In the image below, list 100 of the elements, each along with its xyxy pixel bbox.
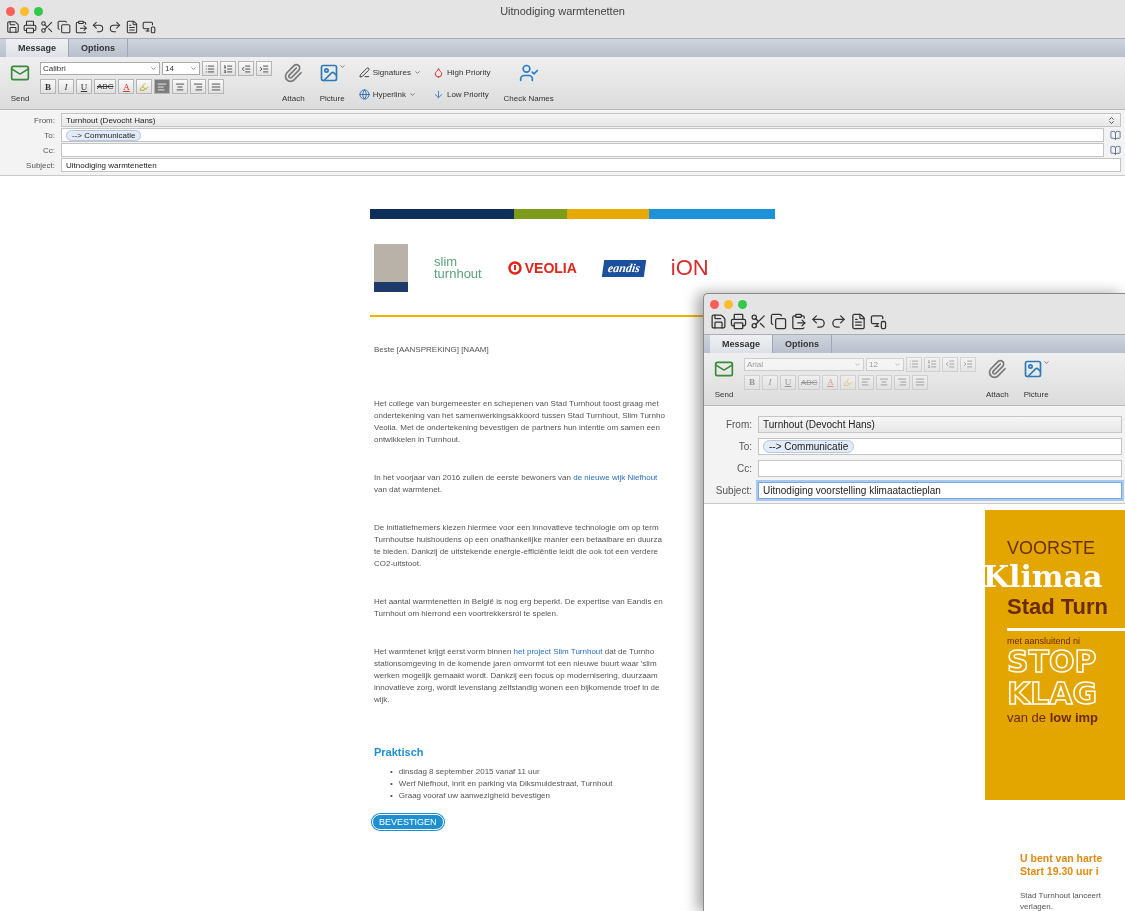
printer-icon[interactable] [730,313,747,331]
globe-icon [358,88,370,100]
align-button[interactable] [154,79,171,94]
align-button[interactable] [172,79,189,94]
undo-icon[interactable] [810,313,827,331]
to-field[interactable]: --> Communicatie [61,128,1104,142]
link[interactable]: de nieuwe wijk Niefhout [573,473,658,482]
poster-text: Stad Turn [1007,594,1110,620]
copy-icon[interactable] [57,20,71,34]
zoom-button[interactable] [738,300,747,310]
format-button[interactable]: I [58,79,74,94]
caret-icon [894,360,901,368]
align-button[interactable] [208,79,225,94]
bullet-list-icon [205,63,215,74]
caret-icon [413,68,421,76]
zoom-button[interactable] [34,6,43,16]
redo-icon[interactable] [830,313,847,331]
document-icon[interactable] [125,20,139,34]
printer-icon[interactable] [23,20,37,34]
recipient-chip[interactable]: --> Communicatie [763,440,855,453]
copy-icon[interactable] [770,313,787,331]
close-button[interactable] [6,6,15,16]
outdent-icon [945,359,955,370]
tab[interactable]: Message [710,335,774,353]
logo-mark-icon [507,261,522,275]
font-dropdown[interactable]: Calibri [40,62,160,75]
paste-icon[interactable] [790,313,807,331]
align-button[interactable] [190,79,207,94]
city-logo [374,244,408,292]
format-button[interactable]: ABC [94,79,117,94]
cc-field[interactable] [61,143,1104,157]
caret-icon [338,63,346,70]
close-button[interactable] [710,300,719,310]
paragraph: Stad Turnhout lanceert verlagen. [1020,890,1102,911]
scissors-icon[interactable] [750,313,767,331]
picture-button[interactable]: Picture [1018,356,1054,401]
save-icon[interactable] [710,313,727,331]
envelope-icon [10,63,30,83]
highlighter-icon [139,81,150,92]
from-dropdown[interactable]: Turnhout (Devocht Hans) [61,113,1121,127]
low-priority-button[interactable]: Low Priority [429,87,494,101]
indent-icon [963,359,973,370]
logo: VEOLIA [507,260,577,276]
bullet-marker: • [390,766,393,778]
hyperlink-button[interactable]: Hyperlink [355,87,424,101]
attach-button[interactable]: Attach [278,61,309,105]
outdent-button[interactable] [238,61,254,76]
format-button[interactable]: U [76,79,92,94]
numbering-button[interactable] [220,61,236,76]
arrow-down-icon [432,88,444,100]
caret-icon [190,65,197,72]
picture-icon [1022,358,1043,379]
updown-chevron-icon [1107,115,1116,125]
high-priority-button[interactable]: High Priority [429,65,494,79]
poster-text: VOORSTE [1007,538,1096,559]
devices-icon[interactable] [142,20,156,34]
to-field[interactable]: --> Communicatie [758,438,1122,455]
list-item: Graag vooraf uw aanwezigheid bevestigen [398,790,551,802]
signatures-button[interactable]: Signatures [355,65,424,79]
heading: U bent van harte Start 19.30 uur i [1020,852,1104,878]
size-dropdown[interactable]: 14 [162,62,200,75]
section-heading: Praktisch [374,746,425,758]
format-button[interactable]: B [40,79,56,94]
scissors-icon[interactable] [40,20,54,34]
align-icon [175,81,186,92]
field-label: From: [724,419,752,430]
indent-button[interactable] [256,61,272,76]
address-book-icon[interactable] [1110,129,1121,141]
paragraph: Het college van burgemeester en schepenen van Stad Turnhout toost graag met ondertekening van het samenwerkingsakkoord tussen Stad Turnhout, Slim Turnho Veolia. Met de ondertekening bevestigen de partners hun intentie om samen een ontwikkelen in Turnhout. [374,398,665,446]
font-color-button[interactable]: A [118,79,135,94]
subject-field[interactable]: Uitnodiging warmtenetten [61,158,1121,172]
tab[interactable]: Options [773,335,833,353]
attach-button[interactable]: Attach [982,356,1013,401]
bullets-button[interactable] [202,61,218,76]
greeting: Beste [AANSPREKING] [NAAM] [374,344,489,356]
save-icon[interactable] [6,20,20,34]
logo: slim turnhout [434,256,482,280]
poster-text: van de low imp [1007,710,1100,725]
tab[interactable]: Message [6,39,70,57]
picture-button[interactable]: Picture [314,61,350,105]
cc-field[interactable] [758,460,1122,477]
field-label: To: [737,441,752,452]
document-icon[interactable] [850,313,867,331]
confirm-button[interactable]: BEVESTIGEN [372,814,444,830]
address-book-icon[interactable] [1110,144,1121,156]
subject-field[interactable]: Uitnodiging voorstelling klimaatactieplan [758,482,1122,499]
link[interactable]: het project Slim Turnhout [513,647,603,656]
send-button[interactable]: Send [6,61,34,105]
devices-icon[interactable] [870,313,887,331]
recipient-chip[interactable]: --> Communicatie [66,129,142,141]
paragraph: In het voorjaar van 2016 zullen de eerste bewoners van de nieuwe wijk Niefhout van dat warmtenet. [374,472,658,496]
redo-icon[interactable] [108,20,122,34]
from-dropdown[interactable]: Turnhout (Devocht Hans) [758,416,1122,433]
undo-icon[interactable] [91,20,105,34]
check-names-button[interactable]: Check Names [499,61,558,105]
paste-icon[interactable] [74,20,88,34]
send-button[interactable]: Send [710,356,738,401]
highlight-button[interactable] [136,79,153,94]
list-item: dinsdag 8 september 2015 vanaf 11 uur [398,766,540,778]
poster-slogan: KLAG [1007,678,1099,710]
